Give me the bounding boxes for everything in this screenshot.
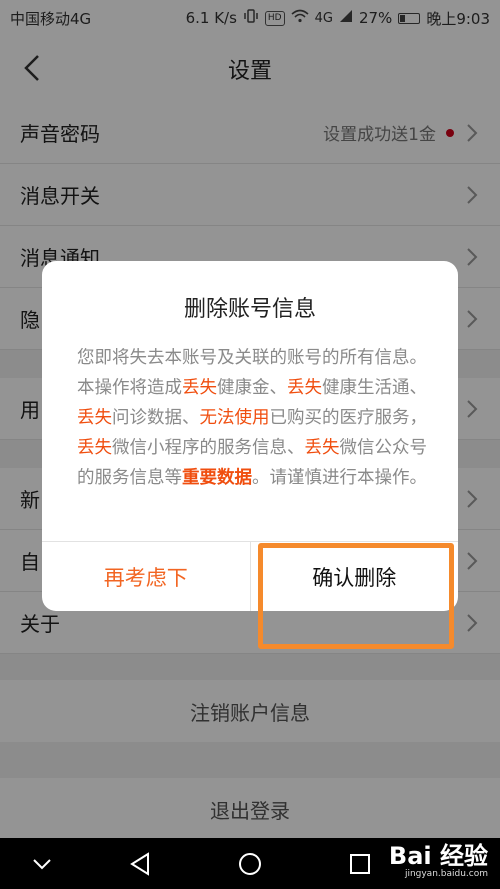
message-text: 健康生活通、 <box>322 378 427 398</box>
nav-recents-button[interactable] <box>342 846 378 882</box>
message-text: 。请谨慎进行本操作。 <box>252 468 427 488</box>
message-text: 健康金、 <box>217 378 287 398</box>
watermark-logo: Bai 经验 <box>388 842 488 870</box>
message-text: 微信小程序的服务信息、 <box>112 438 305 458</box>
message-text: 已购买的医疗服务， <box>269 408 428 428</box>
square-recents-icon <box>350 854 370 874</box>
message-highlight: 丢失 <box>287 378 322 398</box>
baidu-watermark: Bai 经验 jingyan.baidu.com <box>389 844 488 879</box>
message-highlight: 无法使用 <box>199 408 270 428</box>
system-navigation-bar: Bai 经验 jingyan.baidu.com <box>0 838 500 889</box>
reconsider-button[interactable]: 再考虑下 <box>42 542 251 611</box>
message-highlight-bold: 重要数据 <box>182 468 252 488</box>
message-highlight: 丢失 <box>304 438 340 458</box>
chevron-down-icon <box>33 859 51 870</box>
message-highlight: 丢失 <box>182 378 217 398</box>
hide-nav-button[interactable] <box>24 846 60 882</box>
nav-back-button[interactable] <box>122 846 158 882</box>
message-highlight: 丢失 <box>77 438 112 458</box>
circle-home-icon <box>239 853 261 875</box>
watermark-url: jingyan.baidu.com <box>404 869 488 879</box>
dialog-title: 删除账号信息 <box>183 297 316 322</box>
message-text: 问诊数据、 <box>112 408 200 428</box>
dialog-message: 您即将失去本账号及关联的账号的所有信息。本操作将造成丢失健康金、丢失健康生活通、… <box>72 343 432 493</box>
triangle-back-icon <box>130 852 149 876</box>
annotation-highlight-box <box>258 543 454 649</box>
nav-home-button[interactable] <box>232 846 268 882</box>
message-highlight: 丢失 <box>77 408 112 428</box>
